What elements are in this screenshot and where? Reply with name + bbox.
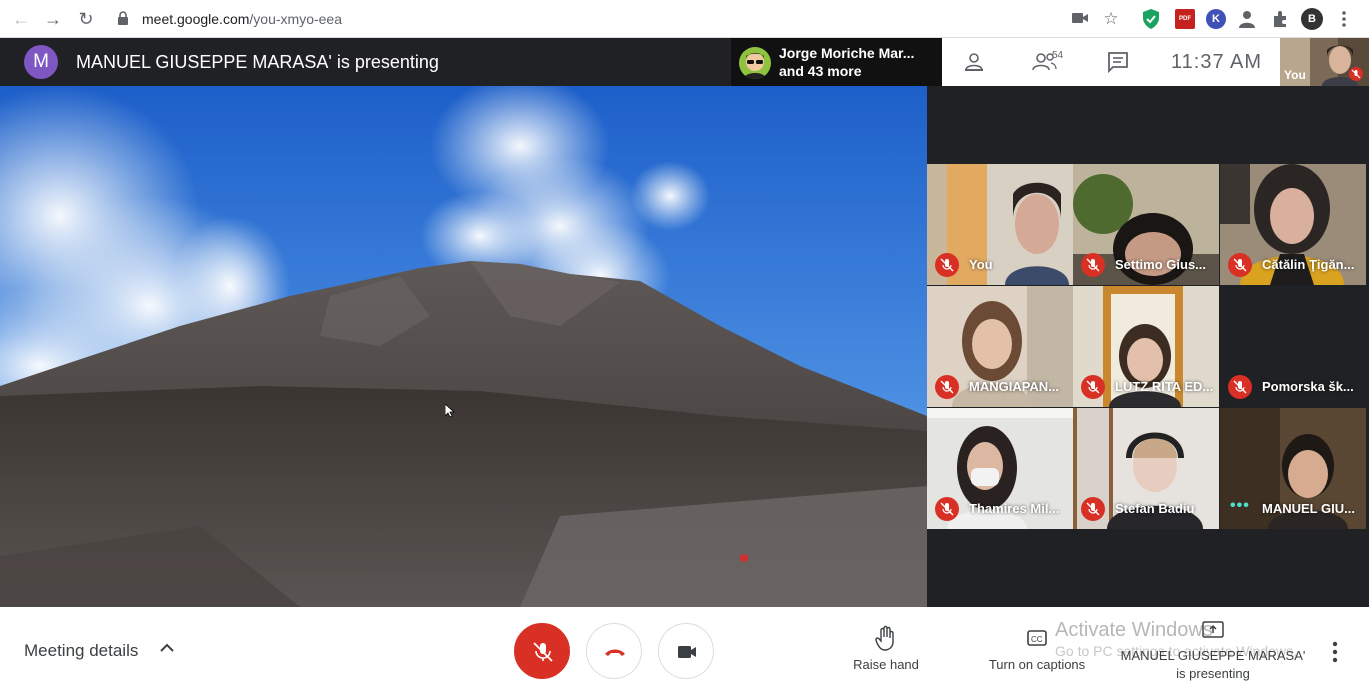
muted-mic-icon: [1081, 253, 1105, 277]
activate-windows-title: Activate Windows: [1055, 619, 1213, 641]
muted-mic-icon: [1081, 497, 1105, 521]
presenter-bar: M MANUEL GIUSEPPE MARASA' is presenting …: [0, 38, 942, 86]
profile-avatar[interactable]: B: [1301, 8, 1323, 30]
muted-mic-icon: [935, 375, 959, 399]
muted-mic-icon: [935, 253, 959, 277]
url-host: meet.google.com: [142, 11, 250, 27]
muted-mic-icon: [1081, 375, 1105, 399]
participant-tile[interactable]: Settimo Gius...: [1073, 164, 1219, 285]
participant-tile[interactable]: MANGIAPAN...: [927, 286, 1073, 407]
user-extension-icon[interactable]: [1239, 10, 1255, 28]
raise-hand-button[interactable]: Raise hand: [846, 625, 926, 672]
videocam-icon: [678, 646, 696, 658]
call-controls-bar: Meeting details Raise hand CC Turn on ca…: [0, 607, 1369, 686]
more-options-dots-icon[interactable]: •••: [1230, 497, 1250, 515]
camera-blocked-icon[interactable]: [1072, 12, 1088, 24]
browser-menu-icon[interactable]: [1341, 11, 1347, 27]
presentation-stage[interactable]: [0, 86, 927, 607]
presenting-status-line1: MANUEL GIUSEPPE MARASA': [1120, 648, 1306, 663]
participant-grid: You Settimo Gius... Cătălin Ţigăn... MAN…: [927, 86, 1369, 607]
extensions-puzzle-icon[interactable]: [1271, 10, 1289, 28]
participant-tile[interactable]: Stefan Badiu: [1073, 408, 1219, 529]
browser-toolbar: ← → ↻ meet.google.com/you-xmyo-eea ☆ PDF…: [0, 0, 1369, 38]
presented-volcano-image: [0, 86, 927, 607]
chat-icon[interactable]: [1106, 50, 1130, 74]
mic-toggle-button[interactable]: [514, 623, 570, 679]
participant-tile[interactable]: Cătălin Ţigăn...: [1220, 164, 1366, 285]
muted-mic-icon: [1228, 253, 1252, 277]
participant-name: Thamires Mil...: [969, 501, 1060, 516]
closed-captions-icon: CC: [1027, 630, 1047, 646]
meeting-details-button[interactable]: Meeting details: [24, 641, 138, 661]
participant-tile[interactable]: ••• MANUEL GIU...: [1220, 408, 1366, 529]
presenting-status[interactable]: MANUEL GIUSEPPE MARASA' is presenting: [1118, 647, 1308, 683]
muted-mic-icon: [935, 497, 959, 521]
captions-label: Turn on captions: [988, 657, 1086, 672]
speaker-avatar: [739, 47, 771, 79]
camera-toggle-button[interactable]: [658, 623, 714, 679]
meeting-toolbar: 54 11:37 AM: [942, 38, 1280, 86]
participant-name: You: [969, 257, 993, 272]
shield-extension-icon[interactable]: [1143, 9, 1159, 29]
hand-icon: [875, 625, 894, 651]
back-icon[interactable]: ←: [10, 8, 32, 30]
self-muted-icon: [1349, 67, 1363, 81]
more-options-icon[interactable]: [1327, 640, 1343, 664]
address-bar[interactable]: meet.google.com/you-xmyo-eea: [142, 11, 342, 27]
muted-mic-icon: [1228, 375, 1252, 399]
hang-up-icon: [605, 649, 625, 656]
participant-name: Pomorska šk...: [1262, 379, 1354, 394]
forward-icon[interactable]: →: [42, 8, 64, 30]
presenting-title: MANUEL GIUSEPPE MARASA' is presenting: [76, 52, 439, 72]
participant-name: Settimo Gius...: [1115, 257, 1207, 272]
participant-count: 54: [1052, 50, 1064, 61]
presenting-status-line2: is presenting: [1176, 666, 1250, 681]
participant-name: MANUEL GIU...: [1262, 501, 1355, 516]
self-view-label: You: [1284, 68, 1306, 82]
url-path: /you-xmyo-eea: [249, 11, 342, 27]
present-screen-icon[interactable]: [1202, 621, 1224, 639]
participant-tile[interactable]: Pomorska šk...: [1220, 286, 1366, 407]
bookmark-star-icon[interactable]: ☆: [1100, 8, 1122, 30]
pdf-extension-icon[interactable]: PDF: [1175, 9, 1195, 29]
participant-name: MANGIAPAN...: [969, 379, 1060, 394]
participant-tile[interactable]: Thamires Mil...: [927, 408, 1073, 529]
presenter-avatar: M: [24, 45, 58, 79]
participant-name: Cătălin Ţigăn...: [1262, 257, 1355, 272]
active-speaker-chip[interactable]: Jorge Moriche Mar... and 43 more: [731, 38, 942, 86]
participant-name: Stefan Badiu: [1115, 501, 1195, 516]
chevron-up-icon[interactable]: [160, 643, 174, 653]
mouse-cursor-icon: [445, 404, 455, 418]
participant-tile[interactable]: LUTZ RITA ED...: [1073, 286, 1219, 407]
k-extension-icon[interactable]: K: [1206, 9, 1226, 29]
raise-hand-label: Raise hand: [853, 657, 919, 672]
participant-name: LUTZ RITA ED...: [1115, 379, 1214, 394]
participant-tile[interactable]: You: [927, 164, 1073, 285]
self-view-thumbnail[interactable]: You: [1280, 38, 1369, 86]
speaker-more-count: and 43 more: [779, 63, 862, 79]
svg-text:CC: CC: [1031, 635, 1043, 644]
reload-icon[interactable]: ↻: [75, 8, 97, 30]
lock-icon[interactable]: [118, 11, 128, 25]
leave-call-button[interactable]: [586, 623, 642, 679]
present-self-icon[interactable]: [962, 50, 986, 74]
speaker-name: Jorge Moriche Mar...: [779, 45, 915, 61]
mic-off-icon: [533, 642, 553, 662]
meeting-clock: 11:37 AM: [1171, 51, 1263, 73]
